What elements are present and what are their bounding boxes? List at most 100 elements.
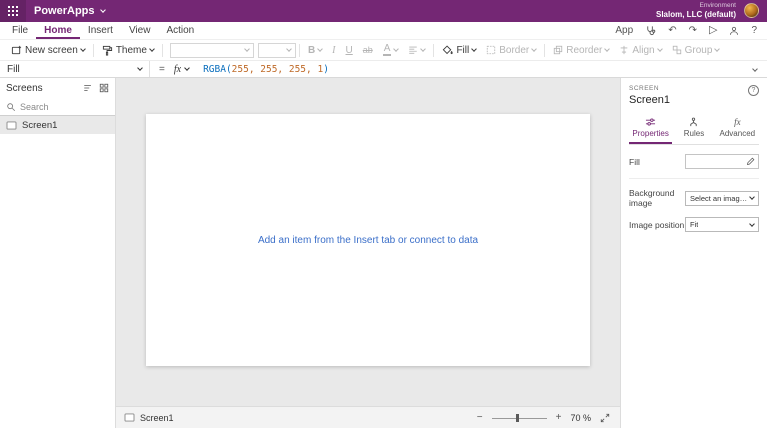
tab-action[interactable]: Action bbox=[158, 22, 202, 39]
powerapps-studio: PowerApps Environment Slalom, LLC (defau… bbox=[0, 0, 767, 428]
fill-property-row: Fill bbox=[629, 154, 759, 179]
border-icon bbox=[487, 45, 496, 55]
fill-bucket-icon bbox=[443, 44, 454, 54]
screen-list-item[interactable]: Screen1 bbox=[0, 116, 115, 134]
tab-advanced[interactable]: fx Advanced bbox=[716, 114, 759, 144]
image-position-label: Image position bbox=[629, 219, 685, 230]
chevron-down-icon bbox=[99, 7, 106, 13]
insert-item-link[interactable]: Add an item from the Insert tab or conne… bbox=[258, 235, 478, 246]
formula-arguments: 255, 255, 255, 1 bbox=[231, 63, 324, 75]
tab-insert[interactable]: Insert bbox=[80, 22, 121, 39]
reorder-layers-icon bbox=[554, 45, 563, 55]
selected-item-title: Screen1 bbox=[629, 94, 670, 106]
image-position-select[interactable]: Fit bbox=[685, 217, 759, 232]
canvas-area: Add an item from the Insert tab or conne… bbox=[116, 78, 620, 406]
text-align-button[interactable] bbox=[403, 45, 430, 55]
fill-color-picker[interactable] bbox=[685, 154, 759, 169]
group-button[interactable]: Group bbox=[667, 45, 725, 56]
search-input[interactable] bbox=[20, 101, 100, 112]
screen-item-label: Screen1 bbox=[22, 119, 58, 131]
app-checker-label[interactable]: App bbox=[615, 25, 633, 36]
background-image-row: Background image Select an image... bbox=[629, 188, 759, 208]
tab-home[interactable]: Home bbox=[36, 22, 80, 39]
background-image-select[interactable]: Select an image... bbox=[685, 190, 759, 206]
main-area: Screens Screen1 bbox=[0, 78, 767, 428]
search-icon bbox=[6, 102, 16, 112]
align-icon bbox=[621, 45, 628, 55]
panel-info-icon[interactable]: ? bbox=[748, 85, 759, 96]
new-screen-button[interactable]: New screen bbox=[6, 45, 90, 56]
ribbon: New screen Theme B I U ab A Fill Border bbox=[0, 40, 767, 60]
zoom-controls: − + 70 % bbox=[477, 412, 610, 423]
menubar-actions: App ↶ ↷ ▷ ? bbox=[615, 22, 767, 39]
theme-paint-roller-icon bbox=[102, 45, 112, 56]
equals-sign: = bbox=[159, 63, 165, 75]
app-launcher-waffle-icon[interactable] bbox=[0, 0, 26, 22]
border-button[interactable]: Border bbox=[481, 45, 541, 56]
tab-file[interactable]: File bbox=[4, 22, 36, 39]
background-image-label: Background image bbox=[629, 188, 675, 208]
redo-icon[interactable]: ↷ bbox=[689, 25, 697, 36]
canvas-region: Add an item from the Insert tab or conne… bbox=[116, 78, 620, 428]
fill-button[interactable]: Fill bbox=[437, 45, 481, 56]
screens-panel: Screens Screen1 bbox=[0, 78, 116, 428]
font-size-select[interactable] bbox=[257, 42, 296, 58]
reorder-button[interactable]: Reorder bbox=[548, 45, 614, 56]
zoom-in-button[interactable]: + bbox=[556, 412, 562, 423]
theme-button[interactable]: Theme bbox=[97, 45, 159, 56]
environment-label: Environment bbox=[699, 2, 737, 10]
rules-branch-icon bbox=[690, 117, 698, 127]
sliders-icon bbox=[646, 118, 656, 126]
help-icon[interactable]: ? bbox=[751, 25, 757, 36]
strikethrough-button[interactable]: ab bbox=[358, 45, 378, 55]
chevron-down-icon bbox=[749, 194, 755, 200]
tab-properties[interactable]: Properties bbox=[629, 114, 673, 144]
chevron-down-icon bbox=[184, 65, 190, 71]
zoom-percentage: 70 % bbox=[570, 412, 591, 423]
screen-artboard[interactable]: Add an item from the Insert tab or conne… bbox=[146, 114, 590, 366]
selected-type-label: SCREEN bbox=[629, 85, 660, 92]
zoom-out-button[interactable]: − bbox=[477, 412, 483, 423]
preview-play-icon[interactable]: ▷ bbox=[709, 25, 717, 36]
top-bar: PowerApps Environment Slalom, LLC (defau… bbox=[0, 0, 767, 22]
menu-bar: File Home Insert View Action App ↶ ↷ ▷ ? bbox=[0, 22, 767, 40]
zoom-slider-thumb[interactable] bbox=[515, 413, 519, 422]
italic-button[interactable]: I bbox=[327, 45, 340, 56]
image-position-row: Image position Fit bbox=[629, 217, 759, 232]
undo-icon[interactable]: ↶ bbox=[668, 25, 676, 36]
formula-expand-button[interactable] bbox=[752, 60, 767, 78]
sort-list-icon[interactable] bbox=[83, 83, 93, 93]
statusbar-screen-label: Screen1 bbox=[140, 412, 174, 423]
powerapps-home-button[interactable]: PowerApps bbox=[34, 5, 106, 17]
tab-view[interactable]: View bbox=[121, 22, 159, 39]
app-checker-icon[interactable] bbox=[645, 25, 656, 36]
selected-property: Fill bbox=[7, 63, 20, 75]
font-family-select[interactable] bbox=[169, 42, 254, 58]
topbar-right: Environment Slalom, LLC (default) bbox=[656, 2, 767, 19]
bold-button[interactable]: B bbox=[303, 45, 327, 56]
align-button[interactable]: Align bbox=[614, 45, 666, 56]
chevron-down-icon bbox=[749, 220, 755, 227]
statusbar-screen[interactable]: Screen1 bbox=[124, 413, 174, 423]
property-selector[interactable]: Fill bbox=[0, 61, 150, 77]
fx-button[interactable]: fx bbox=[174, 64, 197, 75]
underline-button[interactable]: U bbox=[341, 45, 358, 56]
properties-tabs: Properties Rules fx Advanced bbox=[629, 114, 759, 145]
formula-close-paren: ) bbox=[323, 63, 329, 75]
properties-panel-header: SCREEN Screen1 ? bbox=[629, 85, 759, 106]
formula-input[interactable]: RGBA(255, 255, 255, 1) bbox=[203, 64, 753, 75]
screens-search bbox=[0, 98, 115, 116]
fill-property-label: Fill bbox=[629, 156, 640, 167]
thumbnail-view-icon[interactable] bbox=[99, 83, 109, 93]
zoom-slider[interactable] bbox=[491, 413, 547, 423]
pencil-icon bbox=[747, 157, 755, 165]
fit-to-window-icon[interactable] bbox=[600, 413, 610, 423]
properties-panel: SCREEN Screen1 ? Properties Rules fx Adv… bbox=[620, 78, 767, 428]
tab-rules[interactable]: Rules bbox=[672, 114, 715, 144]
font-color-button[interactable]: A bbox=[378, 44, 404, 56]
fx-icon: fx bbox=[734, 117, 741, 127]
share-person-icon[interactable] bbox=[729, 26, 739, 36]
status-bar: Screen1 − + 70 % bbox=[116, 406, 620, 428]
avatar[interactable] bbox=[744, 3, 759, 19]
environment-info: Environment Slalom, LLC (default) bbox=[656, 2, 736, 19]
